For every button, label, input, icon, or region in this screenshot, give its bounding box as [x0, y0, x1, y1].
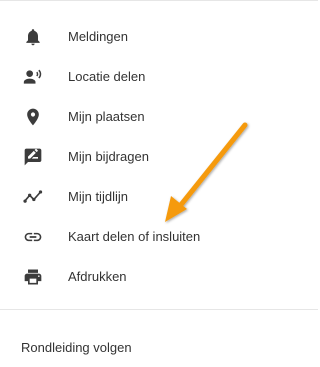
menu-item-location-sharing[interactable]: Locatie delen — [0, 57, 318, 97]
menu-item-contributions[interactable]: Mijn bijdragen — [0, 137, 318, 177]
take-tour-link[interactable]: Rondleiding volgen — [0, 332, 318, 362]
bell-icon — [22, 27, 44, 47]
printer-icon — [22, 267, 44, 287]
link-icon — [22, 227, 44, 247]
menu-item-label: Locatie delen — [68, 69, 146, 84]
menu-item-print[interactable]: Afdrukken — [0, 257, 318, 297]
edit-comment-icon — [22, 147, 44, 167]
menu-item-your-places[interactable]: Mijn plaatsen — [0, 97, 318, 137]
menu-item-timeline[interactable]: Mijn tijdlijn — [0, 177, 318, 217]
menu-item-label: Meldingen — [68, 29, 128, 44]
menu-divider — [0, 309, 318, 310]
top-divider — [0, 0, 318, 1]
menu-item-label: Mijn plaatsen — [68, 109, 145, 124]
menu-item-label: Kaart delen of insluiten — [68, 229, 201, 244]
menu-item-label: Afdrukken — [68, 269, 127, 284]
take-tour-label: Rondleiding volgen — [21, 340, 132, 355]
menu-item-label: Mijn tijdlijn — [68, 189, 128, 204]
menu-item-notifications[interactable]: Meldingen — [0, 17, 318, 57]
menu-item-share-embed-map[interactable]: Kaart delen of insluiten — [0, 217, 318, 257]
person-share-icon — [22, 67, 44, 87]
location-pin-icon — [22, 107, 44, 127]
menu-item-label: Mijn bijdragen — [68, 149, 149, 164]
timeline-icon — [22, 187, 44, 207]
